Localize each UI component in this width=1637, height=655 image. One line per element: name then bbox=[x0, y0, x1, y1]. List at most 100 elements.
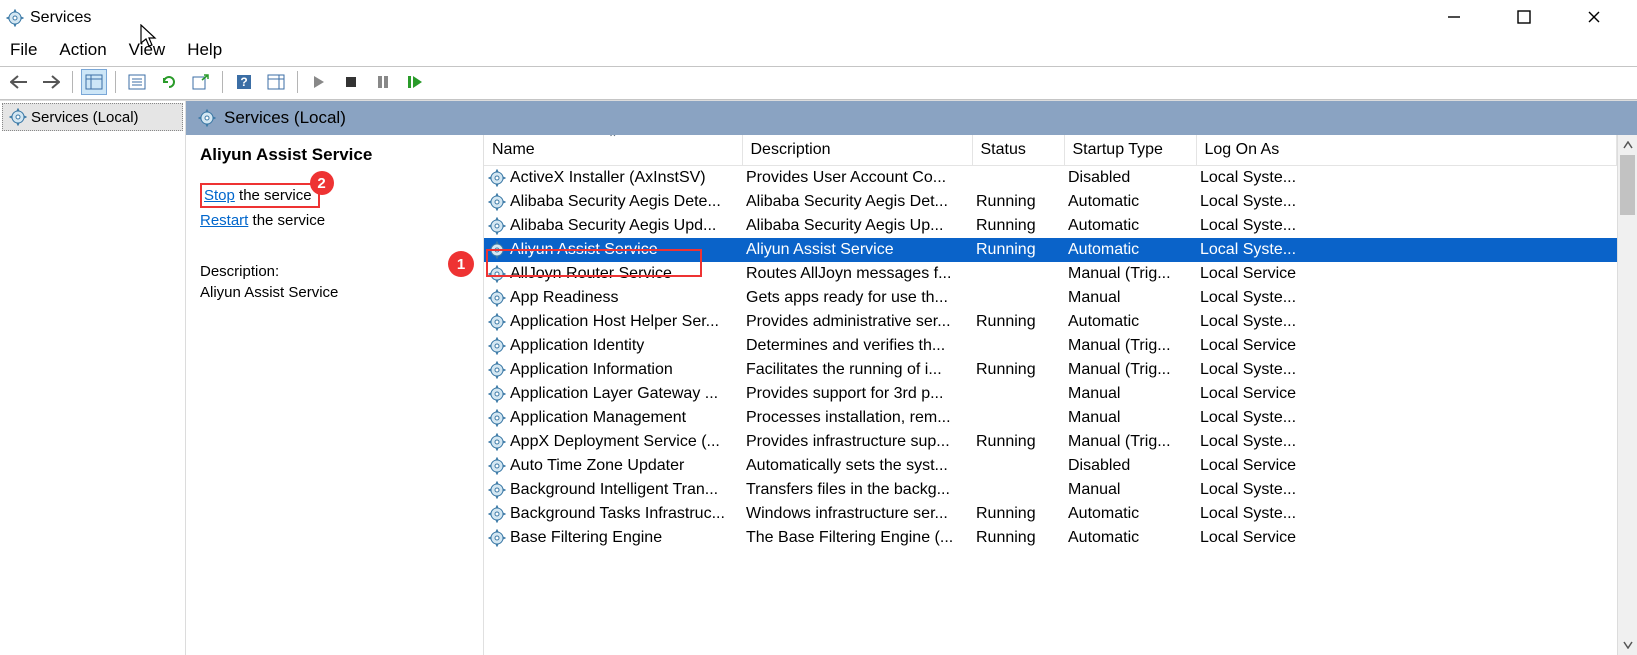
table-row[interactable]: Application Host Helper Ser...Provides a… bbox=[484, 310, 1617, 334]
forward-button[interactable] bbox=[38, 69, 64, 95]
column-header-description[interactable]: Description bbox=[742, 135, 972, 166]
cell-description: Transfers files in the backg... bbox=[742, 478, 972, 502]
gear-icon bbox=[488, 289, 506, 307]
menu-file[interactable]: File bbox=[10, 40, 37, 60]
cell-name: AllJoyn Router Service bbox=[484, 262, 742, 286]
pane-header: Services (Local) bbox=[186, 101, 1637, 135]
sort-asc-icon: ⌃ bbox=[608, 135, 618, 145]
gear-icon bbox=[488, 385, 506, 403]
cell-logon: Local Syste... bbox=[1196, 238, 1617, 262]
show-hide-tree-button[interactable] bbox=[81, 69, 107, 95]
service-name-label: Background Tasks Infrastruc... bbox=[510, 505, 725, 523]
stop-service-link[interactable]: Stop bbox=[204, 187, 235, 204]
export-button[interactable] bbox=[188, 69, 214, 95]
cell-logon: Local Service bbox=[1196, 262, 1617, 286]
gear-icon bbox=[488, 169, 506, 187]
menu-help[interactable]: Help bbox=[187, 40, 222, 60]
table-row[interactable]: Auto Time Zone UpdaterAutomatically sets… bbox=[484, 454, 1617, 478]
cell-status bbox=[972, 478, 1064, 502]
table-row[interactable]: Application InformationFacilitates the r… bbox=[484, 358, 1617, 382]
column-header-status[interactable]: Status bbox=[972, 135, 1064, 166]
cell-description: Aliyun Assist Service bbox=[742, 238, 972, 262]
service-name-label: Application Layer Gateway ... bbox=[510, 385, 718, 403]
table-row[interactable]: Base Filtering EngineThe Base Filtering … bbox=[484, 526, 1617, 550]
cell-startup: Automatic bbox=[1064, 238, 1196, 262]
action-pane-button[interactable] bbox=[263, 69, 289, 95]
cell-status bbox=[972, 262, 1064, 286]
tree-item-label: Services (Local) bbox=[31, 109, 139, 126]
minimize-button[interactable] bbox=[1431, 10, 1477, 27]
stop-service-button[interactable] bbox=[338, 69, 364, 95]
cell-status: Running bbox=[972, 214, 1064, 238]
gear-icon bbox=[488, 529, 506, 547]
cell-description: Processes installation, rem... bbox=[742, 406, 972, 430]
cell-description: Provides administrative ser... bbox=[742, 310, 972, 334]
column-header-startup[interactable]: Startup Type bbox=[1064, 135, 1196, 166]
back-button[interactable] bbox=[6, 69, 32, 95]
app-icon bbox=[6, 9, 24, 27]
detail-selected-name: Aliyun Assist Service bbox=[200, 145, 469, 165]
table-row[interactable]: Background Intelligent Tran...Transfers … bbox=[484, 478, 1617, 502]
cell-startup: Automatic bbox=[1064, 526, 1196, 550]
service-name-label: Base Filtering Engine bbox=[510, 529, 662, 547]
cell-status: Running bbox=[972, 190, 1064, 214]
refresh-button[interactable] bbox=[156, 69, 182, 95]
cell-logon: Local Syste... bbox=[1196, 478, 1617, 502]
gear-icon bbox=[488, 409, 506, 427]
cell-logon: Local Syste... bbox=[1196, 430, 1617, 454]
close-button[interactable] bbox=[1571, 10, 1617, 27]
maximize-button[interactable] bbox=[1501, 10, 1547, 27]
cell-startup: Manual (Trig... bbox=[1064, 430, 1196, 454]
cell-description: Provides infrastructure sup... bbox=[742, 430, 972, 454]
start-service-button[interactable] bbox=[306, 69, 332, 95]
gear-icon bbox=[488, 313, 506, 331]
description-value: Aliyun Assist Service bbox=[200, 284, 469, 301]
properties-button[interactable] bbox=[124, 69, 150, 95]
menu-view[interactable]: View bbox=[129, 40, 166, 60]
vertical-scrollbar[interactable] bbox=[1617, 135, 1637, 655]
menu-action[interactable]: Action bbox=[59, 40, 106, 60]
cell-name: AppX Deployment Service (... bbox=[484, 430, 742, 454]
table-row[interactable]: Alibaba Security Aegis Dete...Alibaba Se… bbox=[484, 190, 1617, 214]
tree-item-services-local[interactable]: Services (Local) bbox=[2, 103, 183, 131]
table-row[interactable]: Aliyun Assist ServiceAliyun Assist Servi… bbox=[484, 238, 1617, 262]
cell-status bbox=[972, 454, 1064, 478]
restart-service-link[interactable]: Restart bbox=[200, 212, 248, 229]
table-row[interactable]: AllJoyn Router ServiceRoutes AllJoyn mes… bbox=[484, 262, 1617, 286]
pause-service-button[interactable] bbox=[370, 69, 396, 95]
annotation-marker-1: 1 bbox=[448, 251, 474, 277]
cell-startup: Manual bbox=[1064, 478, 1196, 502]
scroll-up-button[interactable] bbox=[1618, 135, 1637, 155]
cell-status bbox=[972, 406, 1064, 430]
cell-logon: Local Service bbox=[1196, 382, 1617, 406]
help-button[interactable]: ? bbox=[231, 69, 257, 95]
table-row[interactable]: Alibaba Security Aegis Upd...Alibaba Sec… bbox=[484, 214, 1617, 238]
toolbar-separator bbox=[72, 71, 73, 93]
column-header-logon[interactable]: Log On As bbox=[1196, 135, 1617, 166]
cell-name: Base Filtering Engine bbox=[484, 526, 742, 550]
scrollbar-thumb[interactable] bbox=[1620, 155, 1635, 215]
cell-name: Alibaba Security Aegis Upd... bbox=[484, 214, 742, 238]
column-header-name[interactable]: ⌃Name bbox=[484, 135, 742, 166]
table-row[interactable]: Application IdentityDetermines and verif… bbox=[484, 334, 1617, 358]
table-row[interactable]: App ReadinessGets apps ready for use th.… bbox=[484, 286, 1617, 310]
scrollbar-track[interactable] bbox=[1618, 155, 1637, 635]
restart-service-button[interactable] bbox=[402, 69, 428, 95]
toolbar-separator bbox=[297, 71, 298, 93]
service-name-label: AllJoyn Router Service bbox=[510, 265, 672, 283]
table-row[interactable]: Background Tasks Infrastruc...Windows in… bbox=[484, 502, 1617, 526]
cell-name: Alibaba Security Aegis Dete... bbox=[484, 190, 742, 214]
gear-icon bbox=[9, 108, 27, 126]
table-row[interactable]: AppX Deployment Service (... Provides inf… bbox=[484, 430, 1617, 454]
table-row[interactable]: Application Management Processes installa… bbox=[484, 406, 1617, 430]
cell-startup: Automatic bbox=[1064, 190, 1196, 214]
table-row[interactable]: Application Layer Gateway ...Provides su… bbox=[484, 382, 1617, 406]
service-name-label: AppX Deployment Service (... bbox=[510, 433, 720, 451]
service-name-label: Application Management bbox=[510, 409, 686, 427]
tree-panel: Services (Local) bbox=[0, 101, 186, 655]
cell-name: ActiveX Installer (AxInstSV) bbox=[484, 166, 742, 190]
gear-icon bbox=[488, 361, 506, 379]
cell-name: Background Intelligent Tran... bbox=[484, 478, 742, 502]
scroll-down-button[interactable] bbox=[1618, 635, 1637, 655]
table-row[interactable]: ActiveX Installer (AxInstSV)Provides Use… bbox=[484, 166, 1617, 191]
